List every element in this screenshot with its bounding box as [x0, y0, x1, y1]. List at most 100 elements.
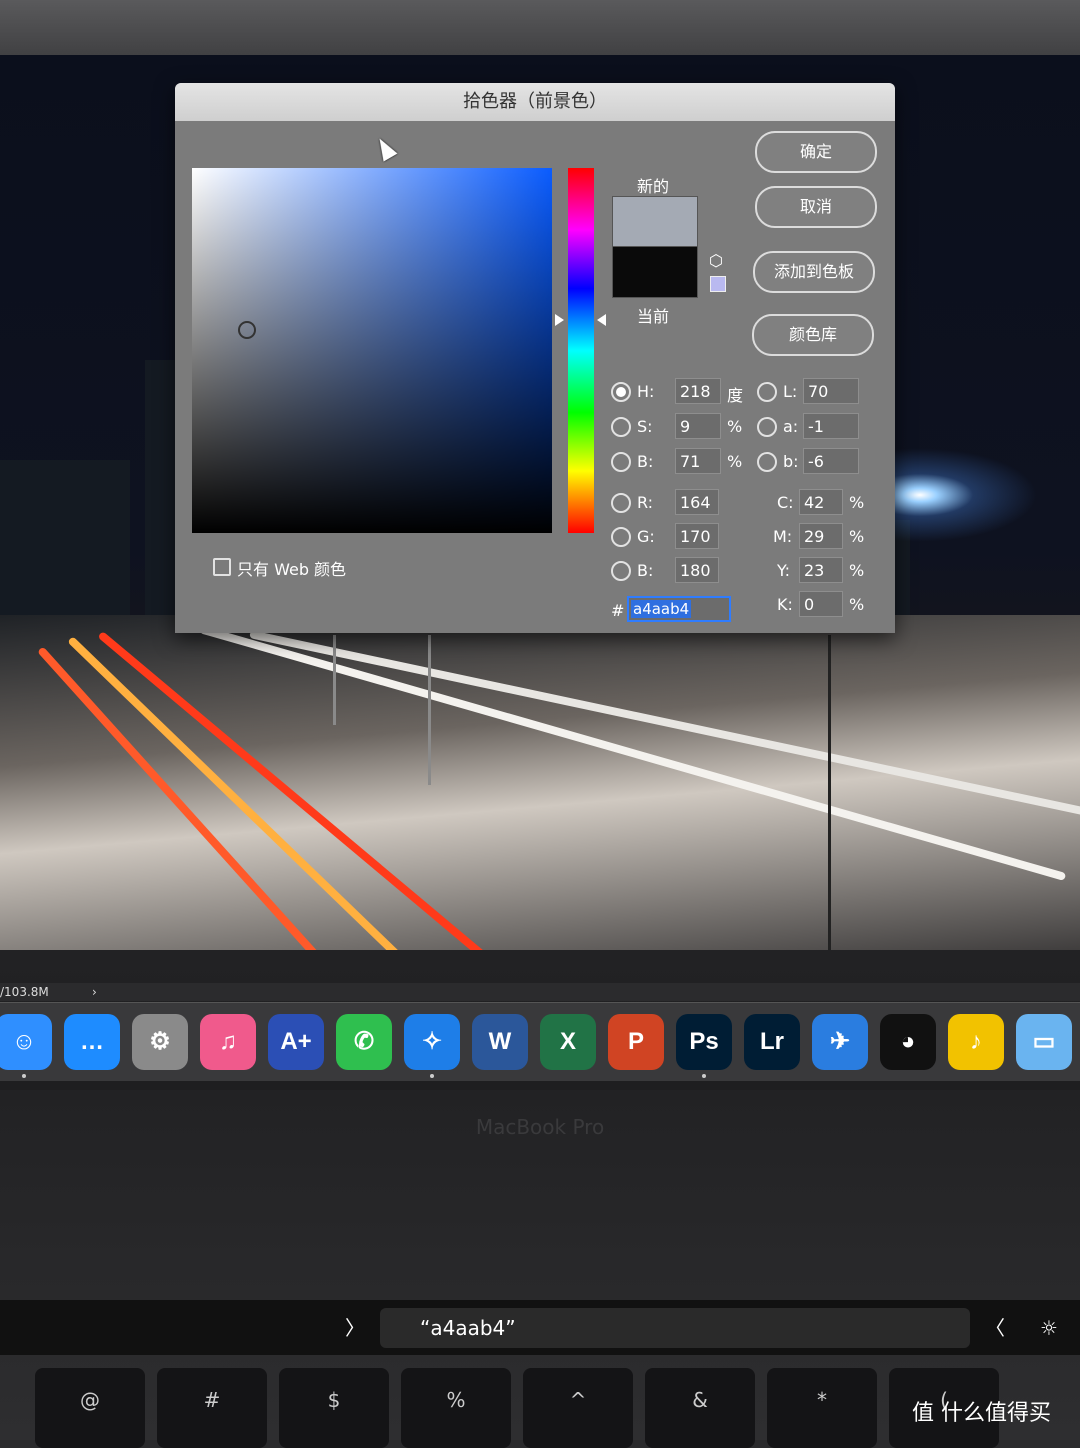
touchbar-suggestion[interactable]: “a4aab4” [380, 1308, 970, 1348]
lab-l-label: L: [783, 382, 798, 401]
black-unit: % [849, 595, 865, 614]
status-arrow-icon[interactable]: › [92, 983, 97, 1001]
dock-app-icon[interactable]: ♫ [200, 1014, 256, 1070]
hue-slider[interactable] [568, 168, 594, 533]
street-pole [428, 635, 431, 785]
lab-l-input[interactable]: 70 [803, 378, 859, 404]
green-input[interactable]: 170 [675, 523, 719, 549]
keyboard-key[interactable]: $ [279, 1368, 389, 1448]
brightness-label: B: [637, 452, 654, 471]
light-flare [870, 435, 1070, 555]
hue-slider-right-arrow[interactable] [597, 314, 606, 326]
hue-label: H: [637, 382, 655, 401]
keyboard-key[interactable]: * [767, 1368, 877, 1448]
hue-radio[interactable] [611, 382, 631, 402]
web-safe-cube-icon[interactable]: ⬡ [709, 251, 723, 270]
saturation-input[interactable]: 9 [675, 413, 721, 439]
yellow-label: Y: [777, 561, 791, 580]
dialog-title: 拾色器（前景色） [175, 83, 895, 121]
green-radio[interactable] [611, 527, 631, 547]
status-bar: /103.8M › [0, 983, 1080, 1001]
dock-app-icon[interactable]: P [608, 1014, 664, 1070]
ok-button[interactable]: 确定 [755, 131, 877, 173]
dock-app-icon[interactable]: Ps [676, 1014, 732, 1070]
blue-input[interactable]: 180 [675, 557, 719, 583]
keyboard-key[interactable]: # [157, 1368, 267, 1448]
dock-app-icon[interactable]: ✈ [812, 1014, 868, 1070]
hue-slider-left-arrow[interactable] [555, 314, 564, 326]
new-color-label: 新的 [637, 177, 670, 196]
black-input[interactable]: 0 [799, 591, 843, 617]
add-to-swatches-button[interactable]: 添加到色板 [753, 251, 875, 293]
dock-app-icon[interactable]: ✆ [336, 1014, 392, 1070]
dock-app-icon[interactable]: Lr [744, 1014, 800, 1070]
dock-app-icon[interactable]: ⚙ [132, 1014, 188, 1070]
current-color-label: 当前 [637, 307, 670, 326]
color-field-selector[interactable] [238, 321, 256, 339]
brightness-icon[interactable]: ☼ [1040, 1308, 1080, 1348]
hex-input[interactable]: a4aab4 [627, 596, 731, 622]
dock-running-indicator [430, 1074, 434, 1078]
touchbar-right-chevron-icon[interactable]: 〈 [985, 1308, 1025, 1348]
brightness-radio[interactable] [611, 452, 631, 472]
lab-b-radio[interactable] [757, 452, 777, 472]
hex-value-selected[interactable]: a4aab4 [631, 600, 692, 618]
blue-radio[interactable] [611, 561, 631, 581]
dock-app-icon[interactable]: X [540, 1014, 596, 1070]
color-field[interactable] [192, 168, 552, 533]
yellow-unit: % [849, 561, 865, 580]
blue-label: B: [637, 561, 654, 580]
dock-app-icon[interactable]: ✧ [404, 1014, 460, 1070]
lab-b-input[interactable]: -6 [803, 448, 859, 474]
web-only-label: 只有 Web 颜色 [237, 560, 347, 579]
touch-bar: 〉 “a4aab4” 〈 ☼ [0, 1300, 1080, 1355]
cyan-input[interactable]: 42 [799, 489, 843, 515]
color-picker-dialog: 拾色器（前景色） 新的 当前 ⬡ 确定 取消 添加到色板 颜色库 H: 218 [175, 83, 895, 633]
cancel-button[interactable]: 取消 [755, 186, 877, 228]
magenta-label: M: [773, 527, 793, 546]
black-label: K: [777, 595, 793, 614]
hue-input[interactable]: 218 [675, 378, 721, 404]
dock-app-icon[interactable]: ♪ [948, 1014, 1004, 1070]
street-pole [333, 635, 336, 725]
saturation-radio[interactable] [611, 417, 631, 437]
dock-running-indicator [22, 1074, 26, 1078]
web-only-checkbox[interactable] [213, 558, 231, 576]
lab-l-radio[interactable] [757, 382, 777, 402]
green-label: G: [637, 527, 655, 546]
lab-a-input[interactable]: -1 [803, 413, 859, 439]
magenta-unit: % [849, 527, 865, 546]
current-color-swatch[interactable] [612, 246, 698, 298]
lab-a-radio[interactable] [757, 417, 777, 437]
dock-app-icon[interactable]: ▭ [1016, 1014, 1072, 1070]
touchbar-left-chevron-icon[interactable]: 〉 [345, 1308, 375, 1348]
keyboard-key[interactable]: & [645, 1368, 755, 1448]
dock-app-icon[interactable]: … [64, 1014, 120, 1070]
wallpaper-building [0, 460, 130, 620]
dock-app-icon[interactable]: ☺ [0, 1014, 52, 1070]
color-libraries-button[interactable]: 颜色库 [752, 314, 874, 356]
document-size: /103.8M [0, 985, 49, 999]
dock-running-indicator [702, 1074, 706, 1078]
keyboard-key[interactable]: @ [35, 1368, 145, 1448]
new-color-swatch [612, 196, 698, 248]
brightness-unit: % [727, 452, 743, 471]
red-input[interactable]: 164 [675, 489, 719, 515]
brightness-input[interactable]: 71 [675, 448, 721, 474]
street-pole [828, 635, 831, 950]
yellow-input[interactable]: 23 [799, 557, 843, 583]
web-safe-swatch[interactable] [710, 276, 726, 292]
keyboard-key[interactable]: ^ [523, 1368, 633, 1448]
red-radio[interactable] [611, 493, 631, 513]
dock-app-icon[interactable]: A+ [268, 1014, 324, 1070]
dock-app-icon[interactable]: W [472, 1014, 528, 1070]
magenta-input[interactable]: 29 [799, 523, 843, 549]
saturation-unit: % [727, 417, 743, 436]
lab-b-label: b: [783, 452, 799, 471]
cyan-label: C: [777, 493, 794, 512]
saturation-label: S: [637, 417, 653, 436]
keyboard-key[interactable]: % [401, 1368, 511, 1448]
hue-unit: 度 [727, 386, 744, 405]
dock-app-icon[interactable]: ◕ [880, 1014, 936, 1070]
dock: ☺… ⚙ ♫ A+ ✆ ✧ W X P Ps Lr ✈ ◕ ♪ ▭ [0, 1002, 1080, 1081]
